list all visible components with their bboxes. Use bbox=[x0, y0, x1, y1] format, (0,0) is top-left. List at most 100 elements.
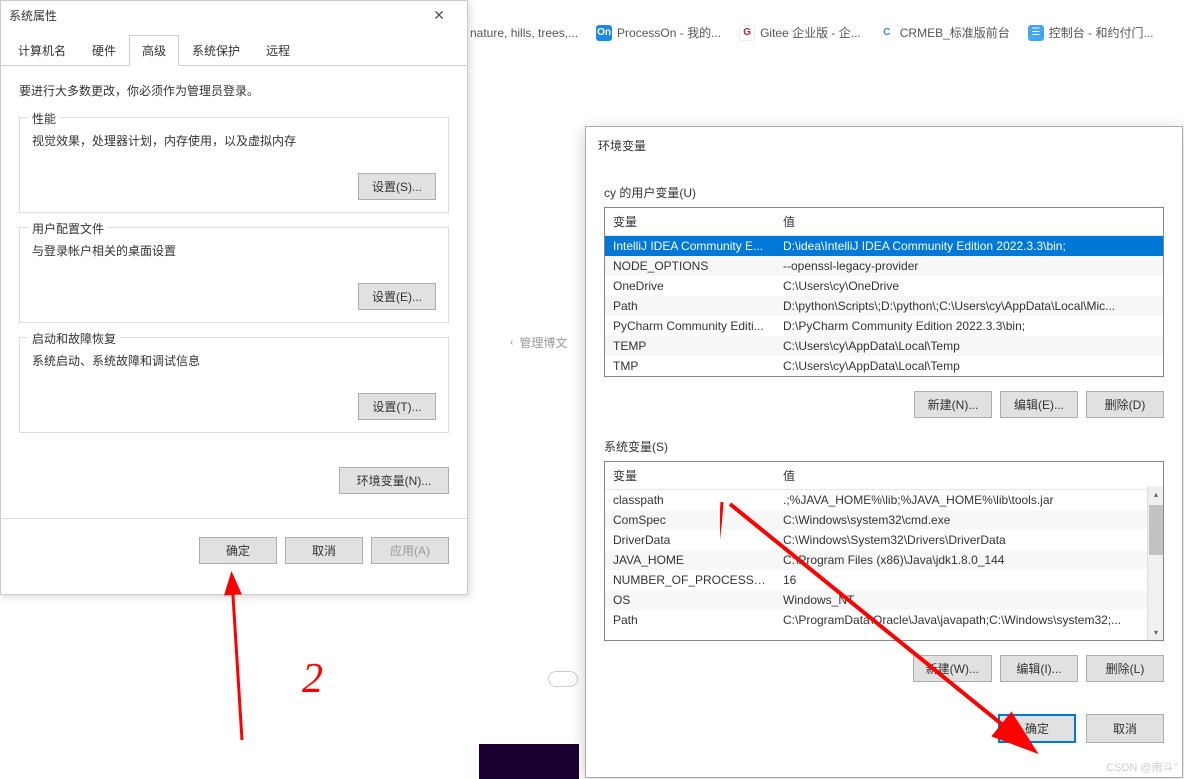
sysprops-tabs: 计算机名 硬件 高级 系统保护 远程 bbox=[1, 34, 467, 66]
var-value: C:\Windows\System32\Drivers\DriverData bbox=[775, 530, 1147, 550]
pill-control[interactable] bbox=[548, 671, 578, 687]
table-row[interactable]: PathD:\python\Scripts\;D:\python\;C:\Use… bbox=[605, 296, 1163, 316]
var-name: TEMP bbox=[605, 336, 775, 356]
table-row[interactable]: ComSpecC:\Windows\system32\cmd.exe bbox=[605, 510, 1147, 530]
crmeb-icon: C bbox=[879, 25, 895, 41]
table-row[interactable]: DriverDataC:\Windows\System32\Drivers\Dr… bbox=[605, 530, 1147, 550]
tab-computer-name[interactable]: 计算机名 bbox=[5, 35, 79, 66]
table-row[interactable]: NUMBER_OF_PROCESSORS16 bbox=[605, 570, 1147, 590]
scroll-down-icon[interactable]: ▾ bbox=[1148, 624, 1164, 640]
user-delete-button[interactable]: 删除(D) bbox=[1086, 391, 1164, 418]
user-new-button[interactable]: 新建(N)... bbox=[914, 391, 992, 418]
var-value: D:\idea\IntelliJ IDEA Community Edition … bbox=[775, 236, 1163, 256]
user-edit-button[interactable]: 编辑(E)... bbox=[1000, 391, 1078, 418]
table-row[interactable]: TEMPC:\Users\cy\AppData\Local\Temp bbox=[605, 336, 1163, 356]
var-name: OneDrive bbox=[605, 276, 775, 296]
scroll-up-icon[interactable]: ▴ bbox=[1148, 486, 1164, 502]
var-value: C:\Users\cy\AppData\Local\Temp bbox=[775, 336, 1163, 356]
var-name: classpath bbox=[605, 490, 775, 510]
table-row[interactable]: JAVA_HOMEC:\Program Files (x86)\Java\jdk… bbox=[605, 550, 1147, 570]
var-value: C:\Program Files (x86)\Java\jdk1.8.0_144 bbox=[775, 550, 1147, 570]
scroll-thumb[interactable] bbox=[1149, 505, 1163, 555]
var-value: .;%JAVA_HOME%\lib;%JAVA_HOME%\lib\tools.… bbox=[775, 490, 1147, 510]
sysprops-title: 系统属性 bbox=[9, 7, 57, 24]
perf-settings-button[interactable]: 设置(S)... bbox=[358, 173, 436, 200]
table-row[interactable]: PyCharm Community Editi...D:\PyCharm Com… bbox=[605, 316, 1163, 336]
col-value[interactable]: 值 bbox=[775, 208, 1163, 235]
system-properties-dialog: 系统属性 ✕ 计算机名 硬件 高级 系统保护 远程 要进行大多数更改，你必须作为… bbox=[0, 0, 468, 595]
table-row[interactable]: classpath.;%JAVA_HOME%\lib;%JAVA_HOME%\l… bbox=[605, 490, 1147, 510]
sysprops-apply-button: 应用(A) bbox=[371, 537, 449, 564]
tab-advanced[interactable]: 高级 bbox=[129, 35, 179, 66]
col-variable[interactable]: 变量 bbox=[605, 462, 775, 489]
perf-desc: 视觉效果，处理器计划，内存使用，以及虚拟内存 bbox=[32, 132, 436, 149]
startup-desc: 系统启动、系统故障和调试信息 bbox=[32, 352, 436, 369]
sys-new-button[interactable]: 新建(W)... bbox=[913, 655, 992, 682]
var-value: D:\PyCharm Community Edition 2022.3.3\bi… bbox=[775, 316, 1163, 336]
var-name: PyCharm Community Editi... bbox=[605, 316, 775, 336]
var-name: Path bbox=[605, 296, 775, 316]
env-vars-button[interactable]: 环境变量(N)... bbox=[339, 467, 449, 494]
table-row[interactable]: PathC:\ProgramData\Oracle\Java\javapath;… bbox=[605, 610, 1147, 630]
var-name: NODE_OPTIONS bbox=[605, 256, 775, 276]
var-value: 16 bbox=[775, 570, 1147, 590]
user-vars-label: cy 的用户变量(U) bbox=[604, 184, 1164, 201]
var-name: TMP bbox=[605, 356, 775, 376]
table-row[interactable]: OSWindows_NT bbox=[605, 590, 1147, 610]
sys-vars-table: 变量 值 classpath.;%JAVA_HOME%\lib;%JAVA_HO… bbox=[604, 461, 1164, 641]
var-name: JAVA_HOME bbox=[605, 550, 775, 570]
annotation-number-2: 2 bbox=[302, 655, 323, 703]
startup-settings-button[interactable]: 设置(T)... bbox=[358, 393, 436, 420]
var-name: OS bbox=[605, 590, 775, 610]
watermark: CSDN @南斗° bbox=[1106, 759, 1178, 775]
var-name: Path bbox=[605, 610, 775, 630]
envvars-ok-button[interactable]: 确定 bbox=[998, 714, 1076, 743]
breadcrumb-text: 管理博文 bbox=[519, 334, 567, 351]
var-value: --openssl-legacy-provider bbox=[775, 256, 1163, 276]
bookmark-item[interactable]: CCRMEB_标准版前台 bbox=[879, 24, 1010, 41]
bookmarks-bar: nature, hills, trees,... OnProcessOn - 我… bbox=[470, 24, 1153, 41]
bookmark-item[interactable]: ☰控制台 - 和约付门... bbox=[1028, 24, 1154, 41]
chevron-left-icon: ‹ bbox=[510, 337, 513, 348]
profiles-title: 用户配置文件 bbox=[28, 220, 108, 237]
tab-remote[interactable]: 远程 bbox=[253, 35, 303, 66]
tab-hardware[interactable]: 硬件 bbox=[79, 35, 129, 66]
scrollbar[interactable]: ▴ ▾ bbox=[1147, 486, 1163, 640]
var-value: C:\Windows\system32\cmd.exe bbox=[775, 510, 1147, 530]
table-row[interactable]: TMPC:\Users\cy\AppData\Local\Temp bbox=[605, 356, 1163, 376]
table-row[interactable]: NODE_OPTIONS--openssl-legacy-provider bbox=[605, 256, 1163, 276]
var-value: Windows_NT bbox=[775, 590, 1147, 610]
sys-delete-button[interactable]: 删除(L) bbox=[1086, 655, 1164, 682]
envvars-title: 环境变量 bbox=[586, 127, 1182, 164]
annotation-arrow-1 bbox=[222, 570, 262, 750]
bookmark-item[interactable]: nature, hills, trees,... bbox=[470, 26, 578, 40]
close-button[interactable]: ✕ bbox=[419, 7, 459, 24]
profiles-settings-button[interactable]: 设置(E)... bbox=[358, 283, 436, 310]
bookmark-item[interactable]: OnProcessOn - 我的... bbox=[596, 24, 721, 41]
sys-edit-button[interactable]: 编辑(I)... bbox=[1000, 655, 1078, 682]
col-variable[interactable]: 变量 bbox=[605, 208, 775, 235]
console-icon: ☰ bbox=[1028, 25, 1044, 41]
var-value: C:\ProgramData\Oracle\Java\javapath;C:\W… bbox=[775, 610, 1147, 630]
col-value[interactable]: 值 bbox=[775, 462, 1163, 489]
bookmark-item[interactable]: GGitee 企业版 - 企... bbox=[739, 24, 861, 41]
envvars-cancel-button[interactable]: 取消 bbox=[1086, 714, 1164, 743]
breadcrumb[interactable]: ‹ 管理博文 bbox=[510, 334, 567, 351]
profiles-desc: 与登录帐户相关的桌面设置 bbox=[32, 242, 436, 259]
sys-vars-label: 系统变量(S) bbox=[604, 438, 1164, 455]
tab-system-protection[interactable]: 系统保护 bbox=[179, 35, 253, 66]
performance-group: 性能 视觉效果，处理器计划，内存使用，以及虚拟内存 设置(S)... bbox=[19, 117, 449, 213]
var-name: ComSpec bbox=[605, 510, 775, 530]
var-name: DriverData bbox=[605, 530, 775, 550]
startup-title: 启动和故障恢复 bbox=[28, 330, 120, 347]
sysprops-cancel-button[interactable]: 取消 bbox=[285, 537, 363, 564]
table-row[interactable]: IntelliJ IDEA Community E...D:\idea\Inte… bbox=[605, 236, 1163, 256]
gitee-icon: G bbox=[739, 25, 755, 41]
admin-note: 要进行大多数更改，你必须作为管理员登录。 bbox=[19, 82, 449, 99]
env-vars-dialog: 环境变量 cy 的用户变量(U) 变量 值 IntelliJ IDEA Comm… bbox=[585, 126, 1183, 778]
user-vars-table: 变量 值 IntelliJ IDEA Community E...D:\idea… bbox=[604, 207, 1164, 377]
sysprops-ok-button[interactable]: 确定 bbox=[199, 537, 277, 564]
table-row[interactable]: OneDriveC:\Users\cy\OneDrive bbox=[605, 276, 1163, 296]
var-value: C:\Users\cy\AppData\Local\Temp bbox=[775, 356, 1163, 376]
startup-group: 启动和故障恢复 系统启动、系统故障和调试信息 设置(T)... bbox=[19, 337, 449, 433]
